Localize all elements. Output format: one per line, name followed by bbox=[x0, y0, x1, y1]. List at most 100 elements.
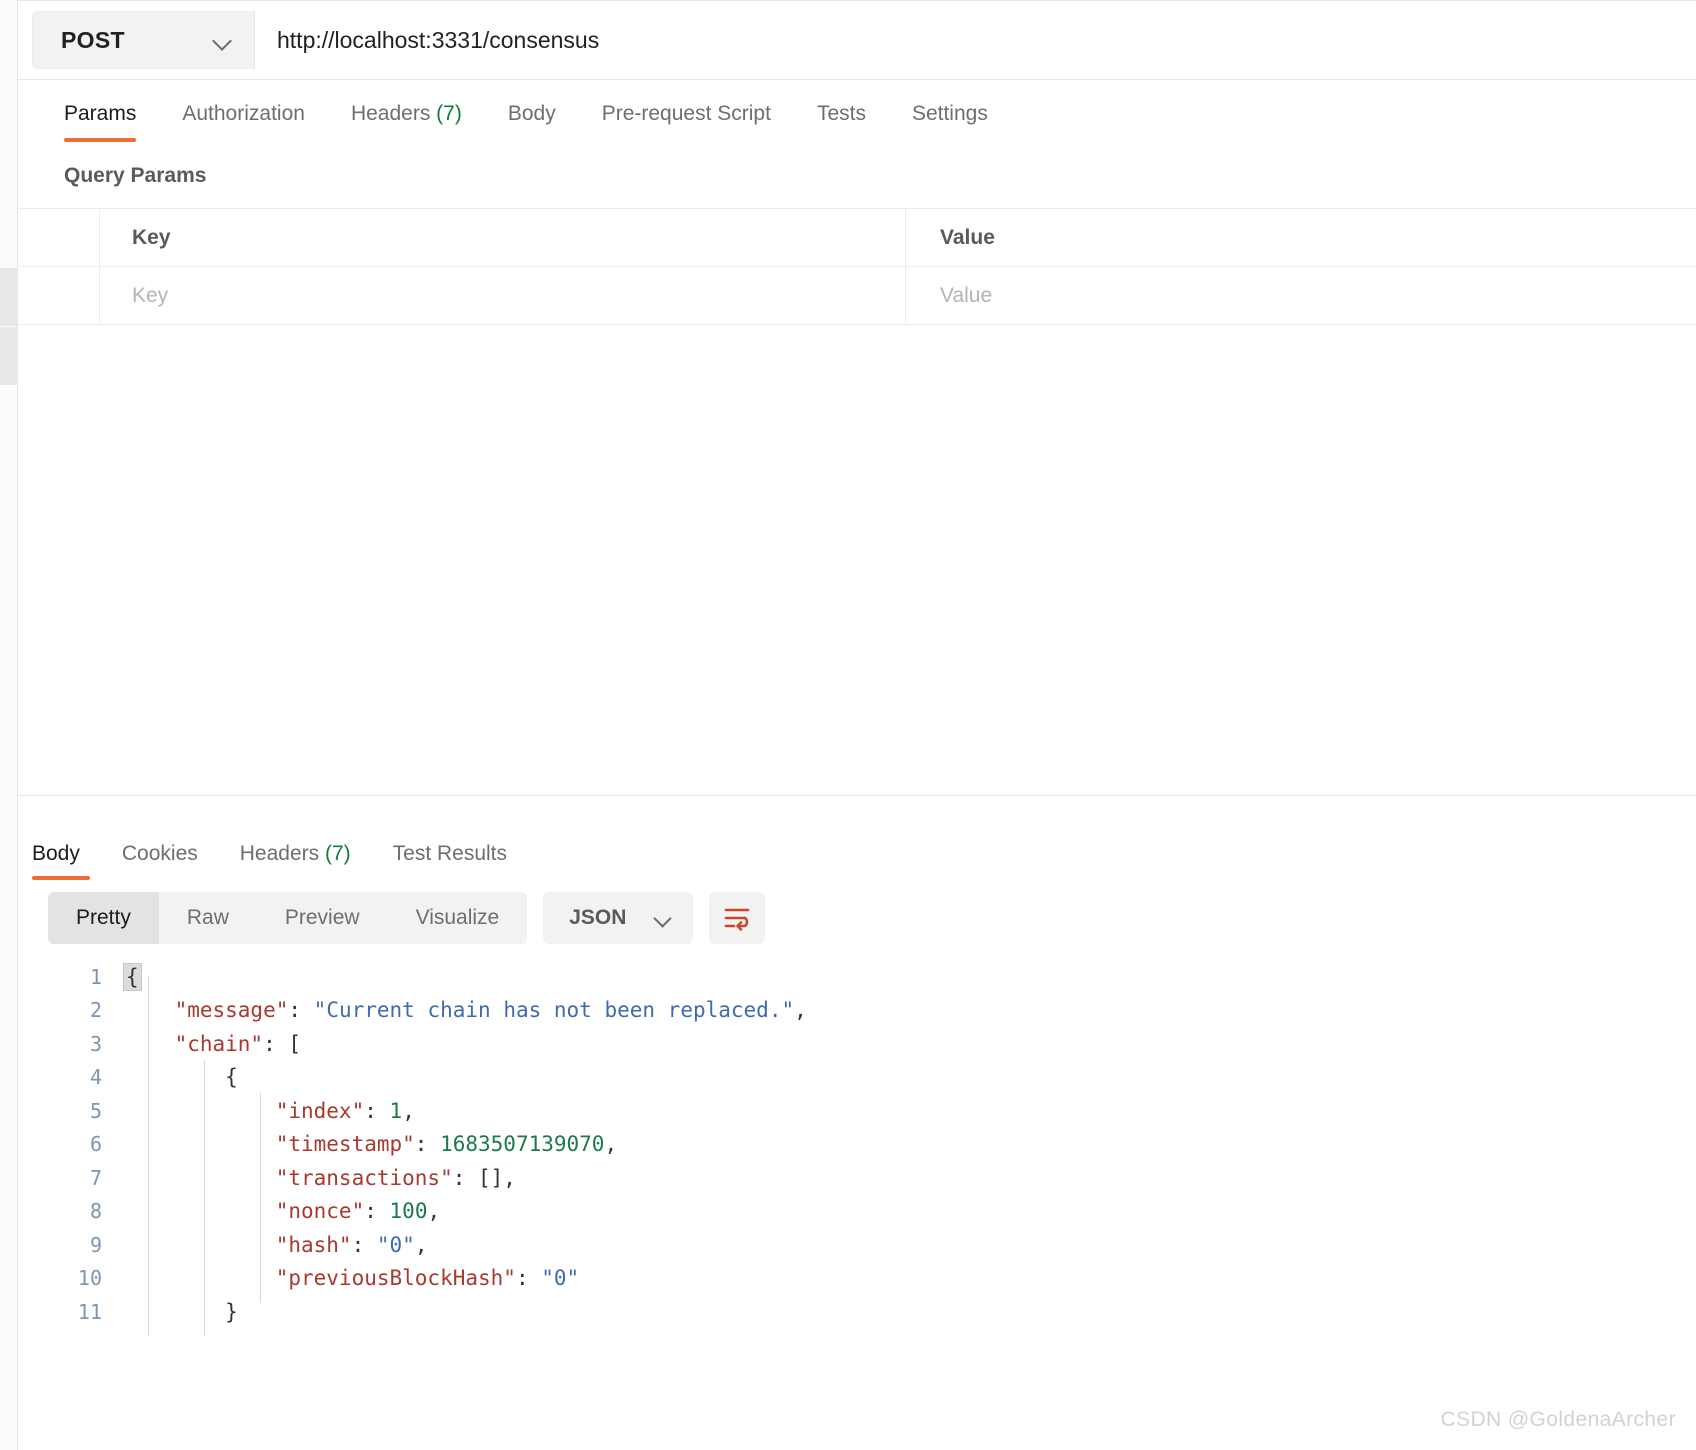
request-tabs: Params Authorization Headers (7) Body Pre-re… bbox=[18, 80, 1696, 142]
request-tab-authorization[interactable]: Authorization bbox=[182, 102, 329, 142]
code-token: } bbox=[124, 1299, 238, 1324]
left-rail-segment-2 bbox=[0, 327, 18, 385]
code-token: "index" bbox=[275, 1098, 365, 1123]
param-key-placeholder: Key bbox=[132, 283, 169, 307]
response-tab-body[interactable]: Body bbox=[32, 842, 90, 880]
request-tab-params[interactable]: Params bbox=[64, 102, 160, 142]
line-number: 8 bbox=[89, 1199, 102, 1224]
response-content-type-label: JSON bbox=[569, 906, 627, 929]
request-tab-body[interactable]: Body bbox=[508, 102, 580, 142]
code-line-text: "nonce": 100, bbox=[124, 1199, 1696, 1223]
request-tab-settings[interactable]: Settings bbox=[912, 102, 1012, 142]
request-tab-label: Body bbox=[507, 102, 556, 125]
chevron-down-icon bbox=[654, 910, 671, 927]
line-number: 1 bbox=[89, 964, 102, 989]
header-key-cell: Key bbox=[100, 209, 906, 266]
indent-guide-1 bbox=[148, 976, 149, 1336]
code-token: : bbox=[414, 1132, 441, 1157]
url-value: http://localhost:3331/consensus bbox=[277, 26, 600, 53]
url-bar: POST http://localhost:3331/consensus bbox=[18, 1, 1696, 79]
request-tab-label: Settings bbox=[911, 102, 988, 125]
code-token: , bbox=[402, 1098, 415, 1123]
response-view-preview[interactable]: Preview bbox=[257, 892, 388, 944]
code-token: { bbox=[123, 962, 142, 991]
url-input[interactable]: http://localhost:3331/consensus bbox=[254, 11, 1696, 69]
left-scroll-rail[interactable] bbox=[0, 0, 18, 1450]
request-tab-tests[interactable]: Tests bbox=[817, 102, 890, 142]
param-value-input[interactable]: Value bbox=[906, 267, 1696, 324]
response-view-mode-group: Pretty Raw Preview Visualize bbox=[48, 892, 528, 944]
indent-guide-2 bbox=[204, 1060, 205, 1336]
code-line: 8 "nonce": 100, bbox=[18, 1195, 1696, 1229]
code-token: 1 bbox=[389, 1098, 403, 1123]
http-method-label: POST bbox=[61, 26, 125, 53]
request-tab-headers[interactable]: Headers (7) bbox=[351, 102, 486, 142]
params-empty-area bbox=[18, 325, 1696, 795]
table-row: Key Value bbox=[18, 267, 1696, 325]
response-tab-headers[interactable]: Headers (7) bbox=[240, 842, 351, 880]
request-tab-label: Params bbox=[64, 102, 137, 125]
code-token: : bbox=[288, 998, 314, 1023]
code-line-text: "timestamp": 1683507139070, bbox=[124, 1132, 1696, 1156]
code-line: 4 { bbox=[18, 1061, 1696, 1095]
line-number: 10 bbox=[77, 1266, 102, 1291]
code-line-text: { bbox=[124, 1065, 1696, 1089]
code-line: 3 "chain": [ bbox=[18, 1027, 1696, 1061]
code-line-text: "message": "Current chain has not been r… bbox=[124, 998, 1696, 1022]
code-token: , bbox=[604, 1132, 618, 1157]
code-line-text: "chain": [ bbox=[124, 1032, 1696, 1056]
response-tab-cookies[interactable]: Cookies bbox=[122, 842, 198, 880]
code-token: : bbox=[515, 1266, 542, 1291]
wrap-text-button[interactable] bbox=[709, 892, 766, 944]
line-number: 9 bbox=[89, 1232, 102, 1257]
row-checkbox-cell[interactable] bbox=[18, 267, 100, 324]
line-number: 3 bbox=[89, 1031, 102, 1056]
watermark: CSDN @GoldenaArcher bbox=[1440, 1408, 1676, 1431]
line-number: 4 bbox=[89, 1065, 102, 1090]
line-number: 11 bbox=[77, 1299, 102, 1324]
code-token: "0" bbox=[541, 1266, 580, 1291]
code-line-text: { bbox=[123, 962, 1696, 991]
response-format-toolbar: Pretty Raw Preview Visualize JSON bbox=[18, 880, 1696, 944]
code-token: "Current chain has not been replaced." bbox=[313, 998, 795, 1023]
code-line: 6 "timestamp": 1683507139070, bbox=[18, 1128, 1696, 1162]
code-line: 7 "transactions": [], bbox=[18, 1161, 1696, 1195]
response-view-raw[interactable]: Raw bbox=[159, 892, 257, 944]
response-tab-label: Test Results bbox=[392, 842, 508, 865]
response-tab-test-results[interactable]: Test Results bbox=[393, 842, 507, 880]
column-header-key: Key bbox=[132, 225, 171, 249]
chevron-down-icon bbox=[213, 31, 232, 50]
header-value-cell: Value bbox=[906, 209, 1696, 266]
code-token: : bbox=[364, 1098, 390, 1123]
pane-splitter[interactable] bbox=[18, 795, 1696, 796]
indent-guide-3 bbox=[260, 1093, 261, 1303]
code-line: 5 "index": 1, bbox=[18, 1094, 1696, 1128]
table-header-row: Key Value bbox=[18, 209, 1696, 267]
code-line-text: "transactions": [], bbox=[124, 1166, 1696, 1190]
query-params-title: Query Params bbox=[64, 164, 207, 187]
response-view-visualize[interactable]: Visualize bbox=[388, 892, 528, 944]
request-tab-pre-request-script[interactable]: Pre-request Script bbox=[602, 102, 795, 142]
response-body-viewer[interactable]: 1{2 "message": "Current chain has not be… bbox=[18, 960, 1696, 1336]
left-rail-segment-1 bbox=[0, 268, 18, 326]
code-token: : [], bbox=[452, 1165, 516, 1190]
code-token: { bbox=[124, 1065, 238, 1090]
code-token: 100 bbox=[389, 1199, 428, 1224]
code-token: "transactions" bbox=[275, 1165, 453, 1190]
response-content-type-select[interactable]: JSON bbox=[543, 892, 694, 944]
param-key-input[interactable]: Key bbox=[100, 267, 906, 324]
request-tab-count: (7) bbox=[430, 102, 462, 125]
response-tab-label: Headers bbox=[239, 842, 320, 865]
request-tab-label: Tests bbox=[816, 102, 866, 125]
code-token: : bbox=[364, 1199, 390, 1224]
code-token: "0" bbox=[376, 1232, 415, 1257]
code-token: , bbox=[794, 998, 807, 1023]
code-token: "timestamp" bbox=[275, 1132, 415, 1157]
response-view-pretty[interactable]: Pretty bbox=[48, 892, 159, 944]
http-method-select[interactable]: POST bbox=[32, 11, 254, 69]
